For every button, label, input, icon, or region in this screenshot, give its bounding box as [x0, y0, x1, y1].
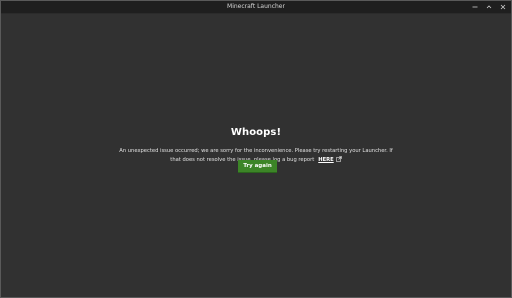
launcher-window: Minecraft Launcher Whoops! An unexpected…: [0, 0, 512, 298]
error-panel: Whoops! An unexpected issue occurred; we…: [1, 14, 511, 297]
error-message-line1: An unexpected issue occurred; we are sor…: [119, 148, 393, 154]
error-heading: Whoops!: [230, 127, 282, 138]
maximize-icon[interactable]: [485, 3, 493, 11]
window-controls: [471, 1, 507, 13]
external-link-icon[interactable]: [335, 156, 342, 166]
minimize-icon[interactable]: [471, 3, 479, 11]
title-bar[interactable]: Minecraft Launcher: [1, 1, 511, 14]
window-title: Minecraft Launcher: [227, 3, 285, 10]
try-again-button[interactable]: Try again: [238, 160, 277, 173]
bug-report-link[interactable]: HERE: [318, 157, 333, 163]
close-icon[interactable]: [499, 3, 507, 11]
